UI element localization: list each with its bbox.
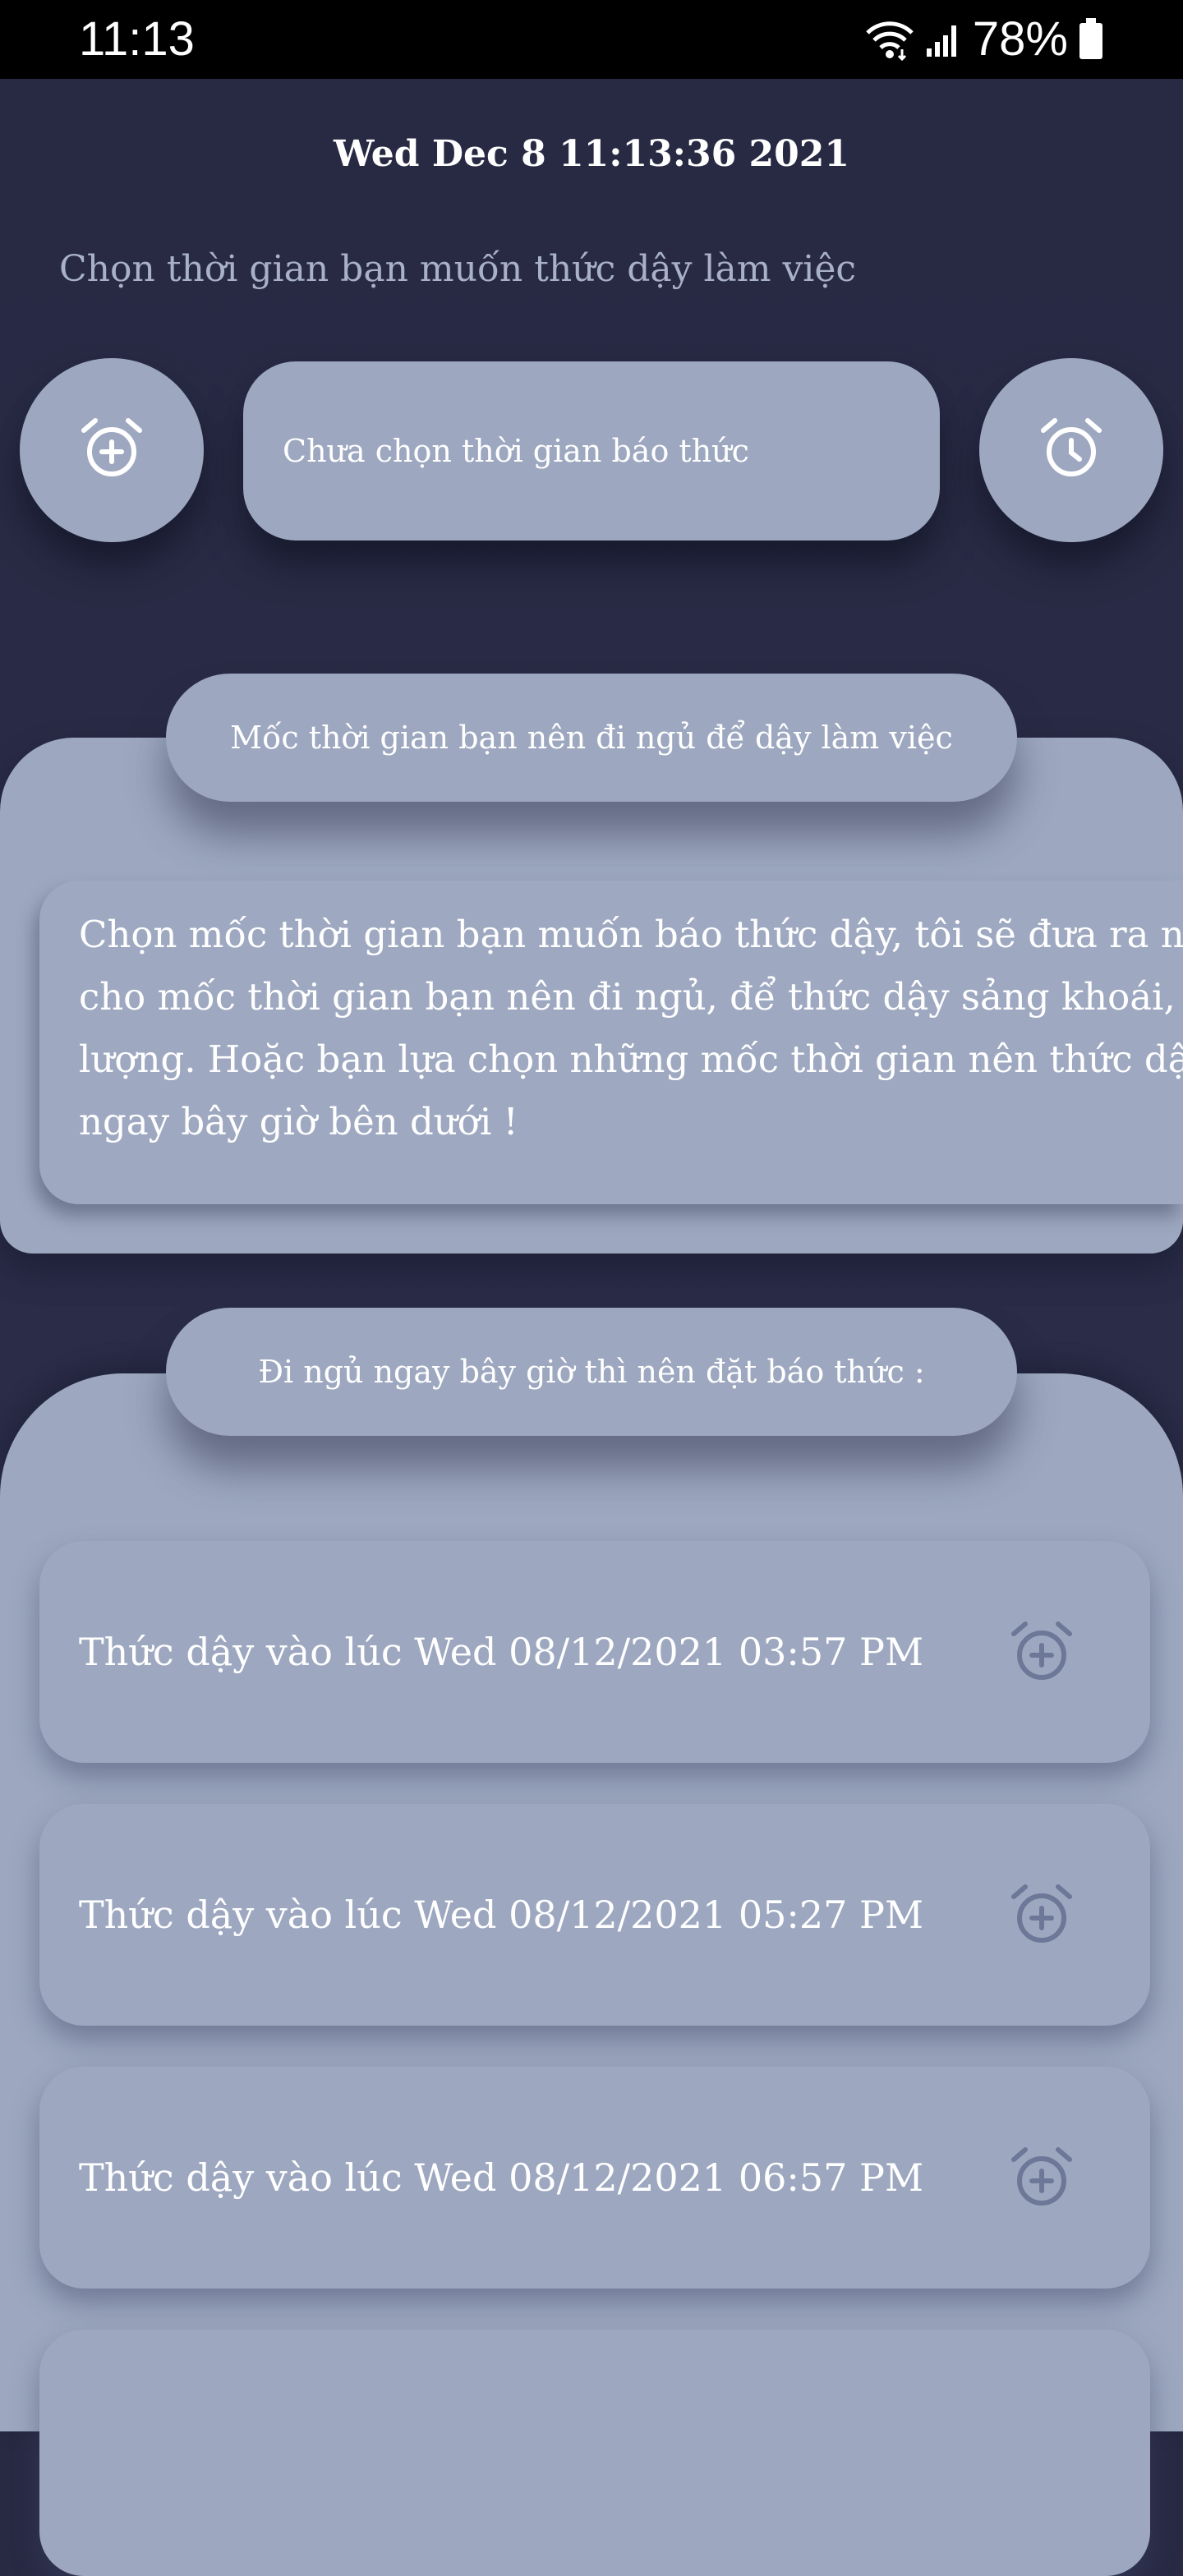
status-time: 11:13 [79,12,195,66]
alarm-time-field[interactable]: Chưa chọn thời gian báo thức [243,361,940,540]
add-alarm-button[interactable] [20,358,204,542]
alarm-clock-button[interactable] [979,358,1163,542]
alarm-add-icon[interactable] [1009,1619,1075,1685]
bedtime-section-title: Mốc thời gian bạn nên đi ngủ để dậy làm … [166,674,1017,802]
wake-time-label: Thức dậy vào lúc Wed 08/12/2021 03:57 PM [79,1630,924,1674]
alarm-add-icon [79,416,145,485]
wake-time-label: Thức dậy vào lúc Wed 08/12/2021 06:57 PM [79,2155,924,2200]
status-bar: 11:13 78% [0,0,1183,79]
wake-time-label: Thức dậy vào lúc Wed 08/12/2021 05:27 PM [79,1893,924,1937]
battery-icon [1078,18,1104,61]
wake-time-item-partial[interactable] [39,2330,1150,2576]
sleep-now-section-title: Đi ngủ ngay bây giờ thì nên đặt báo thức… [166,1308,1017,1436]
alarm-add-icon[interactable] [1009,2145,1075,2210]
alarm-add-icon[interactable] [1009,1882,1075,1948]
battery-percentage: 78% [972,12,1068,66]
alarm-icon [1038,416,1104,485]
wifi-icon [864,18,915,61]
wake-time-item[interactable]: Thức dậy vào lúc Wed 08/12/2021 03:57 PM [39,1541,1150,1763]
app-screen: Wed Dec 8 11:13:36 2021 Chọn thời gian b… [0,79,1183,2576]
wake-time-prompt: Chọn thời gian bạn muốn thức dậy làm việ… [59,248,857,290]
wake-time-item[interactable]: Thức dậy vào lúc Wed 08/12/2021 05:27 PM [39,1804,1150,2026]
signal-icon [925,21,963,58]
status-indicators: 78% [864,12,1104,67]
bedtime-description: Chọn mốc thời gian bạn muốn báo thức dậy… [39,881,1183,1204]
wake-time-item[interactable]: Thức dậy vào lúc Wed 08/12/2021 06:57 PM [39,2067,1150,2288]
current-datetime: Wed Dec 8 11:13:36 2021 [333,133,850,175]
